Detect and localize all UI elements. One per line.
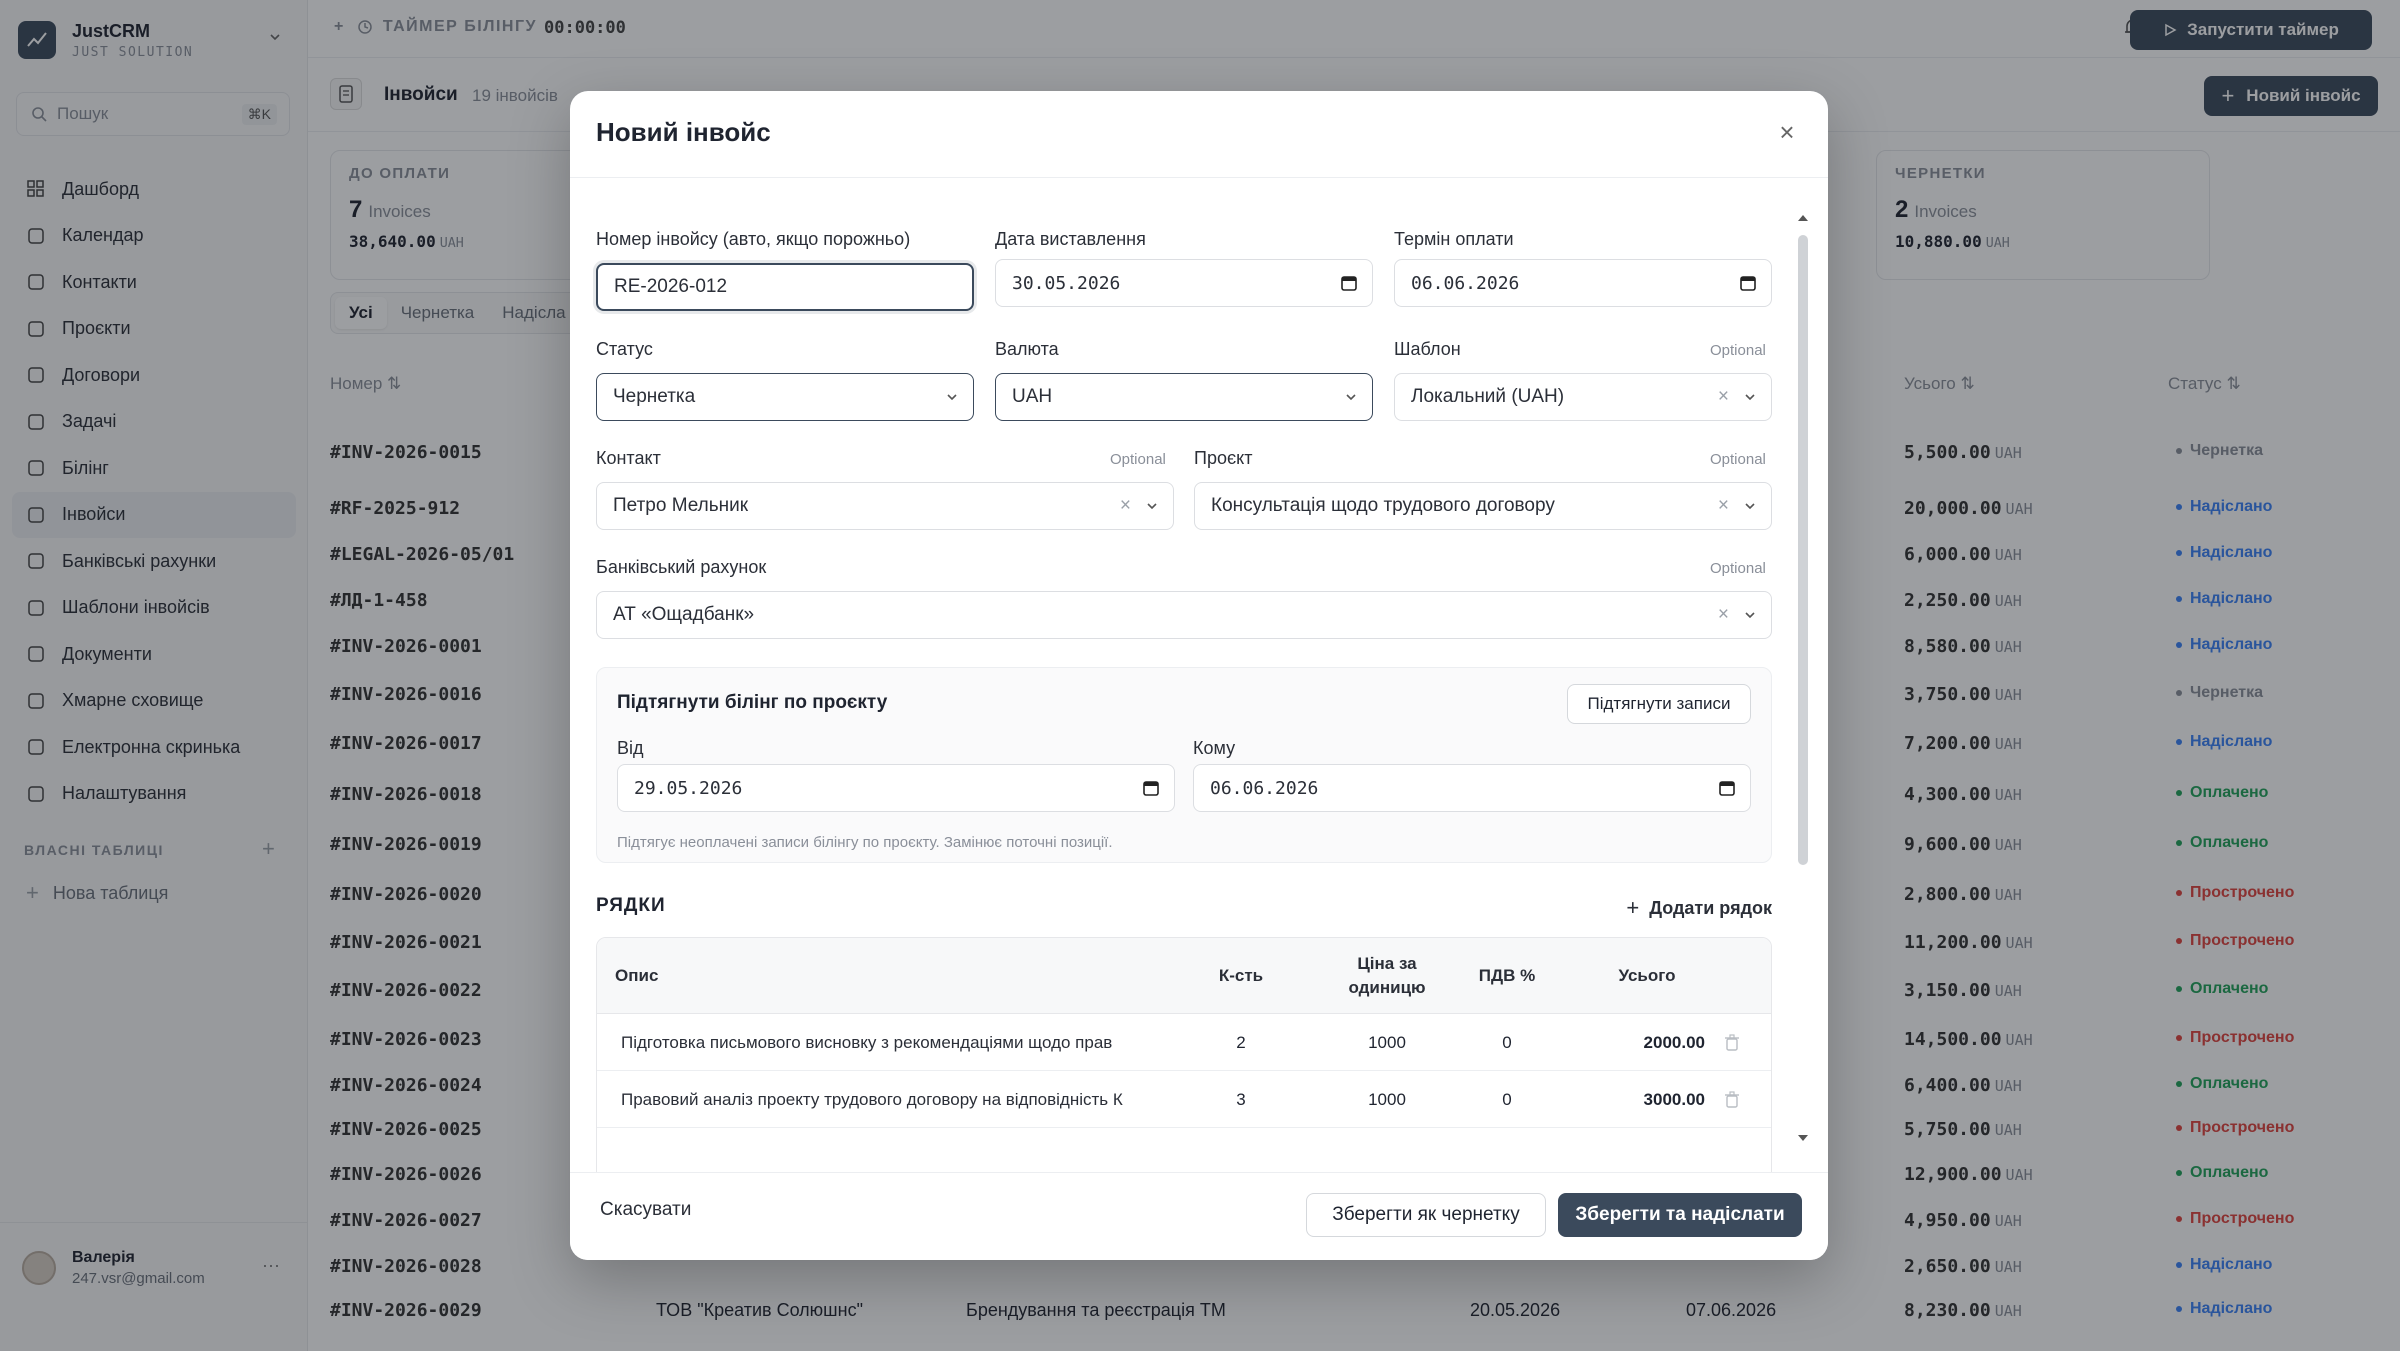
to-date-input[interactable]: 06.06.2026 [1193,764,1751,812]
invoice-number-label: Номер інвойсу (авто, якщо порожньо) [596,229,911,249]
bank-account-value: АТ «Ощадбанк» [613,604,755,625]
dialog-footer: Скасувати Зберегти як чернетку Зберегти … [570,1172,1828,1260]
bank-account-label: Банківський рахунок [596,557,767,577]
plus-icon: + [1626,895,1640,920]
line-desc-field[interactable]: Правовий аналіз проекту трудового догово… [621,1071,1151,1128]
header-qty: К-сть [1218,966,1264,986]
optional-tag: Optional [1710,560,1766,577]
line-vat-field[interactable]: 0 [1447,1014,1567,1071]
line-price-field[interactable]: 1000 [1337,1014,1437,1071]
header-price: Ціна за одиницю [1348,954,1426,997]
calendar-icon[interactable] [1340,274,1358,292]
due-date-label: Термін оплати [1394,229,1514,249]
trash-icon[interactable] [1717,1014,1747,1071]
header-total: Усього [1618,966,1676,986]
table-row: Правовий аналіз проекту трудового догово… [597,1071,1771,1128]
due-date-value: 06.06.2026 [1411,272,1520,294]
clear-icon[interactable]: × [1120,495,1131,517]
bank-account-select[interactable]: АТ «Ощадбанк» × [596,591,1772,639]
chevron-down-icon [1745,503,1755,510]
issue-date-label: Дата виставлення [995,229,1146,249]
status-select[interactable]: Чернетка [596,373,974,421]
project-label: Проєкт [1194,448,1253,468]
save-draft-button[interactable]: Зберегти як чернетку [1306,1193,1546,1237]
new-invoice-dialog: Новий інвойс × Номер інвойсу (авто, якщо… [570,91,1828,1260]
currency-select[interactable]: UAH [995,373,1373,421]
chevron-down-icon [947,394,957,401]
save-and-send-button[interactable]: Зберегти та надіслати [1558,1193,1802,1237]
template-select[interactable]: Локальний (UAH) × [1394,373,1772,421]
from-date-input[interactable]: 29.05.2026 [617,764,1175,812]
header-desc: Опис [615,966,659,986]
line-total: 2000.00 [1643,1032,1705,1052]
calendar-icon[interactable] [1739,274,1757,292]
clear-icon[interactable]: × [1718,386,1729,408]
line-qty-field[interactable]: 3 [1211,1071,1271,1128]
project-value: Консультація щодо трудового договору [1211,495,1555,516]
template-value: Локальний (UAH) [1411,386,1565,407]
table-row: Підготовка письмового висновку з рекомен… [597,1014,1771,1071]
to-label: Кому [1193,738,1236,758]
currency-value: UAH [1012,386,1053,407]
status-value: Чернетка [613,386,696,407]
template-label: Шаблон [1394,339,1461,359]
line-vat-field[interactable]: 0 [1447,1071,1567,1128]
chevron-down-icon [1346,394,1356,401]
contact-value: Петро Мельник [613,495,749,516]
scrollbar[interactable] [1798,235,1808,865]
line-items-table: Опис К-сть Ціна за одиницю ПДВ % Усього … [596,937,1772,1187]
line-price-field[interactable]: 1000 [1337,1071,1437,1128]
line-qty-field[interactable]: 2 [1211,1014,1271,1071]
issue-date-value: 30.05.2026 [1012,272,1121,294]
issue-date-input[interactable]: 30.05.2026 [995,259,1373,307]
scroll-down-icon[interactable] [1796,1133,1810,1143]
invoice-number-input[interactable]: RE-2026-012 [596,263,974,311]
lines-title: РЯДКИ [596,895,666,916]
close-icon[interactable]: × [1772,117,1802,147]
billing-import-panel: Підтягнути білінг по проєкту Підтягнути … [596,667,1772,863]
from-date-value: 29.05.2026 [634,777,743,799]
calendar-icon[interactable] [1142,779,1160,797]
add-line-button[interactable]: + Додати рядок [1626,895,1772,921]
add-line-label: Додати рядок [1649,897,1772,918]
contact-label: Контакт [596,448,661,468]
chevron-down-icon [1147,503,1157,510]
contact-select[interactable]: Петро Мельник × [596,482,1174,530]
calendar-icon[interactable] [1718,779,1736,797]
from-label: Від [617,738,644,758]
cancel-button[interactable]: Скасувати [600,1199,691,1221]
line-total: 3000.00 [1643,1089,1705,1109]
clear-icon[interactable]: × [1718,495,1729,517]
chevron-down-icon [1745,394,1755,401]
line-desc-field[interactable]: Підготовка письмового висновку з рекомен… [621,1014,1151,1071]
clear-icon[interactable]: × [1718,604,1729,626]
scroll-up-icon[interactable] [1796,213,1810,223]
trash-icon[interactable] [1717,1071,1747,1128]
line-items-header: Опис К-сть Ціна за одиницю ПДВ % Усього [597,938,1771,1014]
to-date-value: 06.06.2026 [1210,777,1319,799]
billing-hint: Підтягує неоплачені записи білінгу по пр… [617,834,1113,851]
chevron-down-icon [1745,612,1755,619]
project-select[interactable]: Консультація щодо трудового договору × [1194,482,1772,530]
dialog-title: Новий інвойс [596,117,771,147]
status-label: Статус [596,339,653,359]
optional-tag: Optional [1110,451,1166,468]
invoice-number-value: RE-2026-012 [614,276,728,297]
due-date-input[interactable]: 06.06.2026 [1394,259,1772,307]
optional-tag: Optional [1710,451,1766,468]
currency-label: Валюта [995,339,1059,359]
optional-tag: Optional [1710,342,1766,359]
fetch-records-button[interactable]: Підтягнути записи [1567,684,1751,724]
billing-title: Підтягнути білінг по проєкту [617,692,888,713]
divider [570,177,1828,178]
header-vat: ПДВ % [1478,966,1536,986]
